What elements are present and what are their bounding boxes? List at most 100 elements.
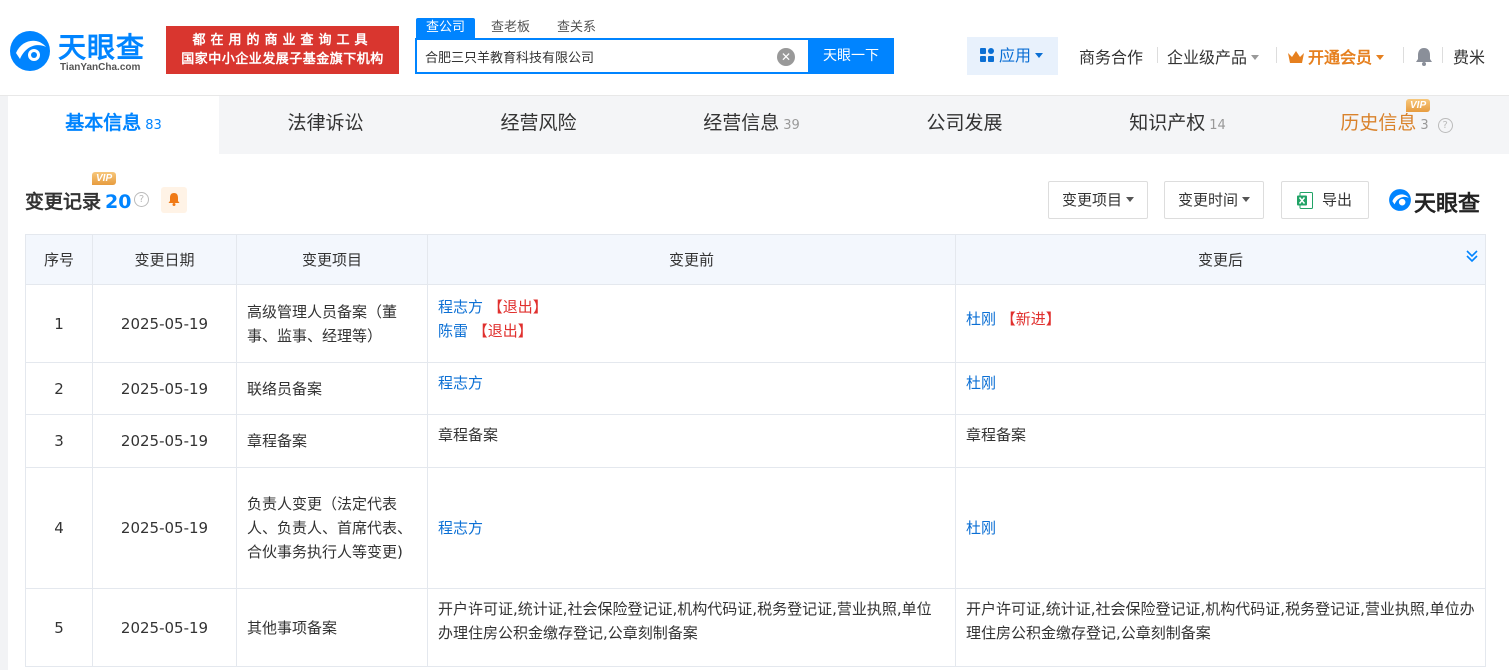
slogan-line-2: 国家中小企业发展子基金旗下机构	[181, 52, 384, 67]
cell-before: 开户许可证,统计证,社会保险登记证,机构代码证,税务登记证,营业执照,单位办理住…	[427, 588, 956, 667]
person-link[interactable]: 程志方	[438, 298, 483, 316]
table-row: 2 2025-05-19 联络员备案 程志方 杜刚	[25, 362, 1486, 415]
vip-badge: VIP	[92, 172, 117, 185]
tab-ip[interactable]: 知识产权 14	[1071, 96, 1284, 154]
tab-label: 公司发展	[926, 112, 1003, 134]
person-link[interactable]: 程志方	[438, 519, 483, 537]
tianyancha-logo[interactable]: 天眼查 TianYanCha.com	[8, 26, 158, 76]
search-tab-company[interactable]: 查公司	[416, 18, 476, 38]
tab-business-risk[interactable]: 经营风险	[432, 96, 645, 154]
excel-icon	[1297, 192, 1313, 209]
nav-open-vip[interactable]: 开通会员	[1287, 44, 1385, 68]
slogan-banner[interactable]: 都在用的商业查询工具 国家中小企业发展子基金旗下机构	[166, 26, 399, 74]
cell-before: 程志方	[427, 362, 956, 415]
double-chevron-down-icon[interactable]	[1465, 249, 1479, 263]
tab-count: 3	[1420, 118, 1429, 133]
nav-divider	[1442, 47, 1443, 63]
tab-development[interactable]: 公司发展	[858, 96, 1071, 154]
cell-before: 程志方 【退出】 陈雷 【退出】	[427, 284, 956, 363]
tab-count: 39	[783, 118, 800, 133]
notification-bell-icon[interactable]	[1415, 46, 1433, 66]
cell-date: 2025-05-19	[92, 414, 237, 468]
search-tab-boss[interactable]: 查老板	[491, 18, 530, 38]
change-records-section: VIP 变更记录 20 ? 变更项目 变更时间 导出 天眼查 序号 变更日期 变更…	[8, 154, 1509, 670]
tab-history[interactable]: 历史信息 3 ?	[1284, 96, 1509, 154]
cell-item: 高级管理人员备案（董事、监事、经理等）	[236, 284, 428, 363]
tab-label: 知识产权	[1129, 112, 1206, 134]
logo-pinyin: TianYanCha.com	[60, 62, 141, 73]
help-icon[interactable]: ?	[1437, 118, 1453, 133]
chevron-down-icon	[1126, 197, 1135, 202]
table-row: 5 2025-05-19 其他事项备案 开户许可证,统计证,社会保险登记证,机构…	[25, 588, 1486, 667]
chevron-down-icon	[1035, 53, 1044, 58]
cell-no: 3	[25, 414, 93, 468]
clear-icon[interactable]: ✕	[777, 48, 795, 66]
search-button[interactable]: 天眼一下	[808, 38, 894, 74]
table-row: 3 2025-05-19 章程备案 章程备案 章程备案	[25, 414, 1486, 468]
cell-before: 章程备案	[427, 414, 956, 468]
person-link[interactable]: 程志方	[438, 374, 483, 392]
cell-after: 杜刚	[955, 362, 1486, 415]
tab-business-info[interactable]: 经营信息 39	[645, 96, 858, 154]
cell-item: 联络员备案	[236, 362, 428, 415]
cell-date: 2025-05-19	[92, 284, 237, 363]
nav-enterprise-products[interactable]: 企业级产品	[1167, 44, 1260, 68]
nav-divider	[1157, 47, 1158, 63]
cell-after: 开户许可证,统计证,社会保险登记证,机构代码证,税务登记证,营业执照,单位办理住…	[955, 588, 1486, 667]
app-menu-button[interactable]: 应用	[967, 37, 1058, 75]
tab-legal[interactable]: 法律诉讼	[219, 96, 432, 154]
tab-count: 83	[145, 118, 162, 133]
tab-label: 经营风险	[500, 112, 577, 134]
tab-label: 历史信息	[1340, 112, 1417, 134]
export-label: 导出	[1322, 191, 1353, 209]
tab-label: 基本信息	[65, 112, 142, 134]
subscribe-bell-button[interactable]	[161, 187, 187, 213]
cell-date: 2025-05-19	[92, 588, 237, 667]
cell-after: 杜刚	[955, 467, 1486, 589]
table-header-row: 序号 变更日期 变更项目 变更前 变更后	[25, 234, 1486, 285]
watermark-text: 天眼查	[1414, 192, 1481, 217]
cell-item: 章程备案	[236, 414, 428, 468]
tab-count: 14	[1209, 118, 1226, 133]
vip-badge: VIP	[1406, 99, 1431, 112]
cell-no: 1	[25, 284, 93, 363]
status-tag: 【退出】	[487, 298, 548, 316]
nav-divider	[1276, 47, 1277, 63]
person-link[interactable]: 杜刚	[966, 519, 996, 537]
nav-business-cooperation[interactable]: 商务合作	[1079, 44, 1143, 68]
cell-item: 其他事项备案	[236, 588, 428, 667]
person-link[interactable]: 杜刚	[966, 310, 996, 328]
tab-label: 经营信息	[703, 112, 780, 134]
table-row: 4 2025-05-19 负责人变更（法定代表人、负责人、首席代表、合伙事务执行…	[25, 467, 1486, 589]
col-header-item: 变更项目	[236, 234, 428, 285]
person-link[interactable]: 陈雷	[438, 322, 468, 340]
filter-change-item-label: 变更项目	[1062, 191, 1123, 209]
help-icon[interactable]: ?	[134, 192, 149, 207]
logo-name: 天眼查	[58, 31, 146, 64]
company-tabs: 基本信息 83 法律诉讼 经营风险 经营信息 39 公司发展 知识产权 14 历史信息…	[8, 96, 1509, 154]
apps-grid-icon	[980, 48, 994, 62]
filter-change-item[interactable]: 变更项目	[1048, 181, 1149, 219]
crown-icon	[1288, 51, 1304, 63]
tab-label: 法律诉讼	[287, 112, 364, 134]
search-input[interactable]	[425, 46, 765, 66]
col-header-after: 变更后	[955, 234, 1486, 285]
export-button[interactable]: 导出	[1281, 181, 1369, 219]
chevron-down-icon	[1251, 55, 1260, 60]
chevron-down-icon	[1242, 197, 1251, 202]
nav-open-vip-label: 开通会员	[1308, 48, 1373, 67]
user-name[interactable]: 费米	[1453, 44, 1485, 68]
top-header: 天眼查 TianYanCha.com 都在用的商业查询工具 国家中小企业发展子基…	[0, 0, 1509, 96]
search-tab-relation[interactable]: 查关系	[557, 18, 596, 38]
person-link[interactable]: 杜刚	[966, 374, 996, 392]
filter-change-time[interactable]: 变更时间	[1164, 181, 1265, 219]
app-menu-label: 应用	[999, 46, 1032, 65]
cell-after: 杜刚 【新进】	[955, 284, 1486, 363]
logo-mark-icon	[1389, 189, 1411, 211]
search-box: ✕	[415, 38, 809, 74]
cell-no: 5	[25, 588, 93, 667]
col-header-after-label: 变更后	[1197, 251, 1243, 269]
tab-basic-info[interactable]: 基本信息 83	[8, 96, 219, 154]
cell-no: 4	[25, 467, 93, 589]
nav-divider	[1403, 47, 1404, 63]
